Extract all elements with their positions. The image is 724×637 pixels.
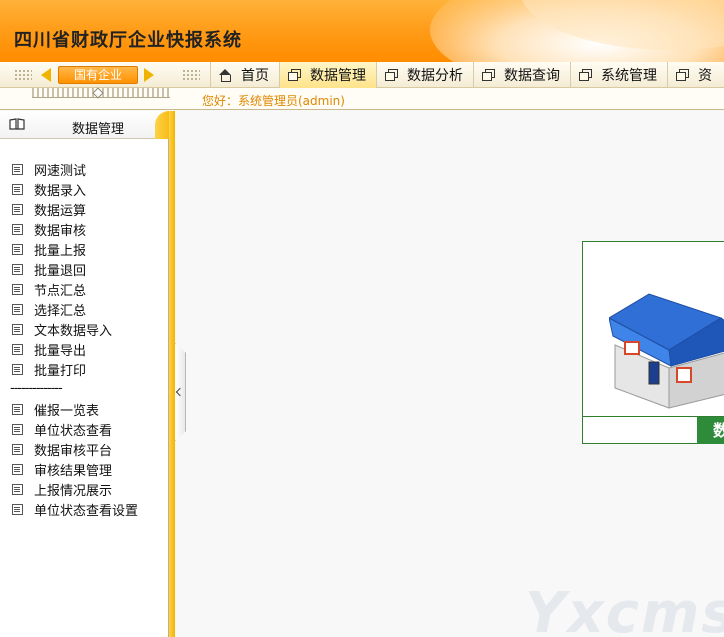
sidebar-item-data-audit[interactable]: 数据审核 <box>0 219 165 239</box>
sidebar-item-text-import[interactable]: 文本数据导入 <box>0 319 165 339</box>
doc-icon <box>12 163 23 175</box>
tab-label: 系统管理 <box>601 68 657 84</box>
sidebar-item-label: 批量上报 <box>34 243 87 259</box>
user-greeting: 您好：系统管理员(admin) <box>202 94 345 108</box>
sidebar-menu: 网速测试 数据录入 数据运算 数据审核 批量上报 批量退回 节点汇总 选择汇总 … <box>0 159 165 519</box>
window-icon <box>579 69 592 81</box>
sidebar-item-batch-export[interactable]: 批量导出 <box>0 339 165 359</box>
sidebar-item-label: 选择汇总 <box>34 303 87 319</box>
doc-icon <box>12 483 23 495</box>
chevron-left-icon <box>175 387 185 397</box>
sidebar-item-label: 单位状态查看 <box>34 423 113 439</box>
doc-icon <box>12 243 23 255</box>
sidebar: 数据管理 网速测试 数据录入 数据运算 数据审核 批量上报 批量退回 节点汇总 … <box>0 111 175 637</box>
home-card: 数 <box>582 241 724 444</box>
doc-icon <box>12 303 23 315</box>
doc-icon <box>12 443 23 455</box>
sidebar-item-node-summary[interactable]: 节点汇总 <box>0 279 165 299</box>
doc-icon <box>12 463 23 475</box>
sidebar-collapse-handle[interactable] <box>175 343 186 441</box>
sidebar-item-batch-return[interactable]: 批量退回 <box>0 259 165 279</box>
doc-icon <box>12 283 23 295</box>
region-selector[interactable]: 国有企业 <box>58 66 138 84</box>
scroll-left-arrow-icon[interactable] <box>41 68 51 82</box>
sidebar-item-label: 节点汇总 <box>34 283 87 299</box>
sidebar-title: 数据管理 <box>72 122 125 137</box>
top-navbar: 国有企业 首页 数据管理 数据分析 数据查询 系统管理 资 <box>0 62 724 88</box>
doc-icon <box>12 423 23 435</box>
tab-data-management[interactable]: 数据管理 <box>279 62 376 88</box>
window-icon <box>288 69 301 81</box>
home-icon <box>219 69 231 82</box>
sidebar-item-speed-test[interactable]: 网速测试 <box>0 159 165 179</box>
grip-handle-left <box>14 69 32 81</box>
window-icon <box>676 69 689 81</box>
tab-label: 数据分析 <box>407 68 463 84</box>
doc-icon <box>12 343 23 355</box>
sidebar-item-submission-display[interactable]: 上报情况展示 <box>0 479 165 499</box>
sidebar-item-label: 批量导出 <box>34 343 87 359</box>
doc-icon <box>12 323 23 335</box>
doc-icon <box>12 503 23 515</box>
grip-handle-right <box>182 69 200 81</box>
sidebar-item-reminder-list[interactable]: 催报一览表 <box>0 399 165 419</box>
sidebar-item-label: 审核结果管理 <box>34 463 113 479</box>
sidebar-item-label: 数据审核平台 <box>34 443 113 459</box>
sidebar-item-unit-status[interactable]: 单位状态查看 <box>0 419 165 439</box>
doc-icon <box>12 203 23 215</box>
tab-label: 资 <box>698 68 712 84</box>
book-icon <box>9 118 25 130</box>
main-content: 数 Yxcms <box>175 111 724 637</box>
tab-label: 数据查询 <box>504 68 560 84</box>
doc-icon <box>12 363 23 375</box>
tab-data-query[interactable]: 数据查询 <box>473 62 570 88</box>
tab-resources[interactable]: 资 <box>667 62 722 88</box>
sidebar-item-select-summary[interactable]: 选择汇总 <box>0 299 165 319</box>
scroll-right-arrow-icon[interactable] <box>144 68 154 82</box>
sidebar-item-label: 单位状态查看设置 <box>34 503 139 519</box>
sidebar-item-label: 数据审核 <box>34 223 87 239</box>
tab-home[interactable]: 首页 <box>210 62 279 88</box>
app-header: 四川省财政厅企业快报系统 <box>0 0 724 62</box>
sidebar-item-audit-results[interactable]: 审核结果管理 <box>0 459 165 479</box>
tab-data-analysis[interactable]: 数据分析 <box>376 62 473 88</box>
sidebar-item-batch-print[interactable]: 批量打印 <box>0 359 165 379</box>
sidebar-item-label: 上报情况展示 <box>34 483 113 499</box>
sidebar-item-label: 催报一览表 <box>34 403 100 419</box>
sub-bar: 您好：系统管理员(admin) <box>0 87 724 110</box>
window-icon <box>385 69 398 81</box>
tab-label: 首页 <box>241 68 269 84</box>
sidebar-item-batch-submit[interactable]: 批量上报 <box>0 239 165 259</box>
sidebar-header: 数据管理 <box>0 111 175 139</box>
house-icon <box>609 293 724 409</box>
sidebar-item-label: 批量打印 <box>34 363 87 379</box>
sidebar-separator: -------------- <box>10 381 63 396</box>
sidebar-item-label: 批量退回 <box>34 263 87 279</box>
tab-system-management[interactable]: 系统管理 <box>570 62 667 88</box>
main-nav-tabs: 首页 数据管理 数据分析 数据查询 系统管理 资 <box>210 62 722 88</box>
window-icon <box>482 69 495 81</box>
doc-icon <box>12 403 23 415</box>
sidebar-item-audit-platform[interactable]: 数据审核平台 <box>0 439 165 459</box>
watermark: Yxcms <box>525 581 724 637</box>
sidebar-item-label: 数据运算 <box>34 203 87 219</box>
doc-icon <box>12 223 23 235</box>
card-action-button[interactable]: 数 <box>697 417 724 444</box>
sidebar-item-data-entry[interactable]: 数据录入 <box>0 179 165 199</box>
sidebar-item-label: 数据录入 <box>34 183 87 199</box>
sidebar-item-label: 网速测试 <box>34 163 87 179</box>
sidebar-item-data-calc[interactable]: 数据运算 <box>0 199 165 219</box>
tab-label: 数据管理 <box>310 68 366 84</box>
doc-icon <box>12 263 23 275</box>
doc-icon <box>12 183 23 195</box>
sidebar-item-unit-status-settings[interactable]: 单位状态查看设置 <box>0 499 165 519</box>
app-title: 四川省财政厅企业快报系统 <box>14 30 242 51</box>
sidebar-item-label: 文本数据导入 <box>34 323 113 339</box>
